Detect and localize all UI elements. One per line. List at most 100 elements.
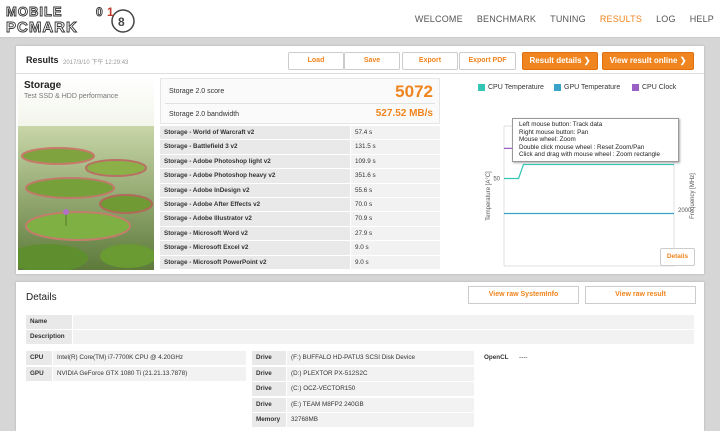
test-name: Storage - World of Warcraft v2 [160,126,350,140]
test-row: Storage - Microsoft PowerPoint v2 9.0 s [160,255,440,270]
svg-text:0: 0 [96,5,103,19]
top-bar: MOBILE PCMARK 8 0 1 WELCOME BENCHMARK TUNI… [0,0,720,38]
drive-label: Drive [252,397,286,412]
lily-pad-image [18,76,154,270]
test-name: Storage - Adobe InDesign v2 [160,183,350,197]
y2-axis-label: Frequency [MHz] [690,173,696,219]
nav-tuning[interactable]: TUNING [550,14,586,24]
y-tick-label: 50 [493,177,500,183]
drive-row: Drive (E:) TEAM M8FP2 240GB [252,397,474,412]
tooltip-line: Right mouse button: Pan [519,128,589,136]
nav-log[interactable]: LOG [656,14,676,24]
storage-subtitle: Test SSD & HDD performance [24,93,119,100]
drive-row: Drive (D:) PLEXTOR PX-512S2C [252,366,474,381]
storage-title: Storage [24,80,62,91]
description-row: Description [26,330,694,344]
details-panel: Details View raw SystemInfo View raw res… [16,282,704,431]
test-row: Storage - Microsoft Word v2 27.9 s [160,226,440,242]
drive-label: Drive [252,382,286,396]
test-value: 55.6 s [351,183,440,197]
name-row: Name [26,315,694,329]
test-name: Storage - Microsoft PowerPoint v2 [160,255,350,269]
save-button[interactable]: Save [344,52,400,70]
nav-benchmark[interactable]: BENCHMARK [477,14,536,24]
test-row: Storage - Adobe Illustrator v2 70.9 s [160,212,440,227]
app-window: MOBILE PCMARK 8 0 1 WELCOME BENCHMARK TUNI… [0,0,720,431]
svg-text:1: 1 [107,5,114,19]
test-name: Storage - Microsoft Excel v2 [160,241,350,255]
drive-value: (C:) OCZ-VECTOR150 [287,382,474,396]
monitoring-chart[interactable]: CPU Temperature GPU Temperature CPU Cloc… [454,76,702,270]
description-value [73,330,694,344]
gpu-value: NVIDIA GeForce GTX 1080 Ti (21.21.13.787… [53,367,246,381]
svg-text:MOBILE: MOBILE [6,4,63,19]
test-value: 109.9 s [351,154,440,169]
chart-details-button[interactable]: Details [660,248,695,266]
drive-label: Drive [252,351,286,365]
tooltip-line: Click and drag with mouse wheel : Zoom r… [519,151,661,159]
description-label: Description [26,330,72,344]
load-button[interactable]: Load [288,52,344,70]
name-value [73,315,694,329]
view-result-online-button[interactable]: View result online ❯ [602,52,694,70]
opencl-label: OpenCL [480,351,514,365]
test-value: 131.5 s [351,140,440,154]
bandwidth-label: Storage 2.0 bandwidth [169,111,240,118]
results-header: Results 2017/3/10 下午 12:29:43 Load Save … [16,46,704,74]
nav-welcome[interactable]: WELCOME [415,14,463,24]
drive-label: Drive [252,366,286,381]
test-value: 9.0 s [351,241,440,255]
chart-plot[interactable]: 5020000:301:00Time [s]Temperature [A°C]F… [454,76,702,270]
details-title: Details [26,292,57,303]
test-name: Storage - Battlefield 3 v2 [160,140,350,154]
bandwidth-value: 527.52 MB/s [375,108,433,119]
main-nav: WELCOME BENCHMARK TUNING RESULTS LOG HELP [401,0,714,38]
storage-test-table: Storage - World of Warcraft v2 57.4 s Stor… [160,126,440,270]
test-row: Storage - Battlefield 3 v2 131.5 s [160,140,440,155]
opencl-row: OpenCL ---- [480,351,694,365]
mobile01-pcmark-logo: MOBILE PCMARK 8 0 1 [6,4,135,35]
drive-row: Drive (F:) BUFFALO HD-PATU3 SCSI Disk Dev… [252,351,474,365]
test-row: Storage - Adobe After Effects v2 70.0 s [160,197,440,213]
memory-label: Memory [252,413,286,427]
test-row: Storage - Adobe Photoshop heavy v2 351.6 … [160,169,440,184]
nav-help[interactable]: HELP [690,14,714,24]
test-value: 27.9 s [351,226,440,241]
test-row: Storage - Adobe InDesign v2 55.6 s [160,183,440,198]
drive-row: Drive (C:) OCZ-VECTOR150 [252,382,474,396]
score-label: Storage 2.0 score [169,88,225,95]
svg-text:8: 8 [118,15,125,29]
score-box: Storage 2.0 score 5072 Storage 2.0 bandw… [160,78,440,124]
test-row: Storage - Microsoft Excel v2 9.0 s [160,241,440,256]
result-details-button[interactable]: Result details ❯ [522,52,598,70]
tooltip-line: Mouse wheel: Zoom [519,136,576,144]
tooltip-line: Double click mouse wheel : Reset Zoom/Pa… [519,143,645,151]
cpu-value: Intel(R) Core(TM) i7-7700K CPU @ 4.20GHz [53,351,246,365]
export-button[interactable]: Export [402,52,458,70]
cpu-label: CPU [26,351,52,365]
test-value: 351.6 s [351,169,440,183]
test-value: 70.9 s [351,212,440,226]
cpu-row: CPU Intel(R) Core(TM) i7-7700K CPU @ 4.20… [26,351,246,365]
opencl-value: ---- [515,351,694,365]
memory-row: Memory 32768MB [252,413,474,427]
memory-value: 32768MB [287,413,474,427]
name-label: Name [26,315,72,329]
nav-results[interactable]: RESULTS [600,14,642,24]
drive-value: (F:) BUFFALO HD-PATU3 SCSI Disk Device [287,351,474,365]
export-pdf-button[interactable]: Export PDF [459,52,516,70]
results-date: 2017/3/10 下午 12:29:43 [63,60,129,66]
test-name: Storage - Adobe Photoshop heavy v2 [160,169,350,183]
svg-text:PCMARK: PCMARK [6,19,78,35]
view-raw-result-button[interactable]: View raw result [585,286,696,304]
test-name: Storage - Microsoft Word v2 [160,226,350,241]
gpu-row: GPU NVIDIA GeForce GTX 1080 Ti (21.21.13.… [26,367,246,381]
test-value: 9.0 s [351,255,440,269]
test-name: Storage - Adobe Illustrator v2 [160,212,350,226]
view-raw-systeminfo-button[interactable]: View raw SystemInfo [468,286,579,304]
y-axis-label: Temperature [A°C] [486,171,492,221]
test-row: Storage - Adobe Photoshop light v2 109.9 … [160,154,440,170]
test-value: 70.0 s [351,197,440,212]
test-name: Storage - Adobe Photoshop light v2 [160,154,350,169]
chart-tooltip: Left mouse button: Track data Right mouse… [512,118,679,162]
